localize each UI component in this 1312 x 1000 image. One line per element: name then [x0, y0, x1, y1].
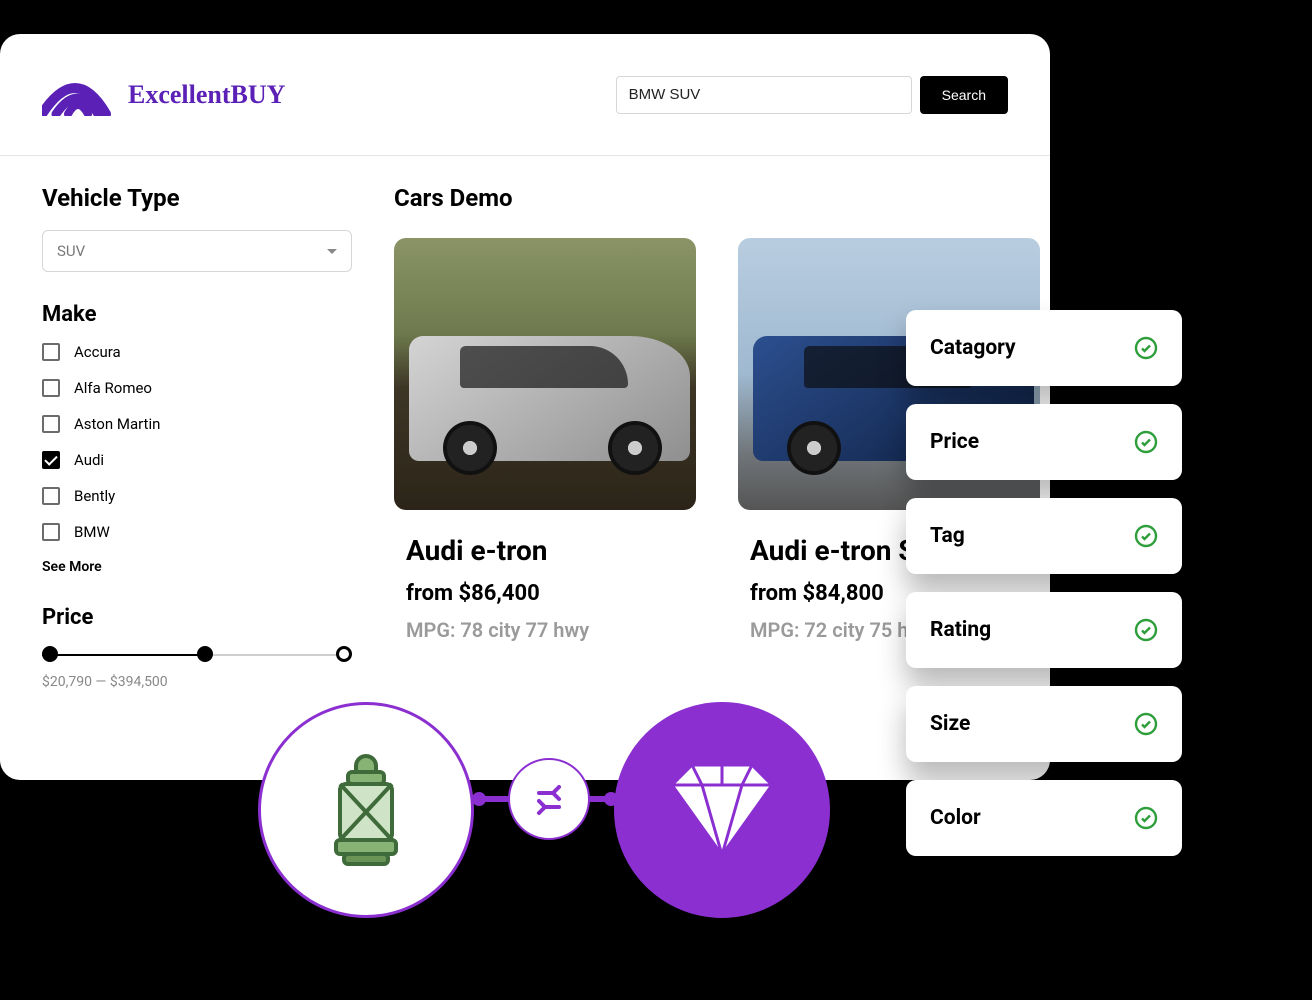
search-button[interactable]: Search: [920, 76, 1008, 114]
feature-circle-lantern: [258, 702, 474, 918]
filter-pill-category[interactable]: Catagory: [906, 310, 1182, 386]
feature-circle-swap: [508, 758, 590, 840]
logo-text: ExcellentBUY: [128, 80, 285, 110]
filter-pill-label: Rating: [930, 618, 991, 642]
app-window: ExcellentBUY Search Vehicle Type SUV Mak…: [0, 34, 1050, 780]
vehicle-type-title: Vehicle Type: [42, 184, 352, 212]
price-range-label: $20,790 — $394,500: [42, 674, 352, 690]
check-circle-icon: [1134, 336, 1158, 360]
slider-handle-min[interactable]: [42, 646, 58, 662]
price-title: Price: [42, 605, 352, 630]
see-more-link[interactable]: See More: [42, 559, 352, 575]
filter-pill-label: Tag: [930, 524, 965, 548]
product-image: [394, 238, 696, 510]
vehicle-type-selected: SUV: [57, 242, 85, 260]
check-circle-icon: [1134, 430, 1158, 454]
page-title: Cars Demo: [394, 184, 1040, 212]
body: Vehicle Type SUV Make Accura Alfa Romeo …: [0, 156, 1050, 690]
product-mpg: MPG: 78 city 77 hwy: [394, 618, 696, 642]
check-circle-icon: [1134, 524, 1158, 548]
filter-pill-label: Price: [930, 430, 979, 454]
chevron-down-icon: [327, 249, 337, 254]
product-price: from $86,400: [394, 581, 696, 606]
filter-pill-size[interactable]: Size: [906, 686, 1182, 762]
make-option-alfa-romeo[interactable]: Alfa Romeo: [42, 379, 352, 397]
search-input[interactable]: [616, 76, 912, 114]
make-label: Alfa Romeo: [74, 379, 152, 397]
make-option-accura[interactable]: Accura: [42, 343, 352, 361]
checkbox-icon: [42, 523, 60, 541]
make-option-audi[interactable]: Audi: [42, 451, 352, 469]
checkbox-checked-icon: [42, 451, 60, 469]
checkbox-icon: [42, 379, 60, 397]
make-title: Make: [42, 302, 352, 327]
make-label: Audi: [74, 451, 104, 469]
connector-dot: [472, 792, 486, 806]
make-label: Accura: [74, 343, 121, 361]
vehicle-type-select[interactable]: SUV: [42, 230, 352, 272]
product-title: Audi e-tron: [394, 534, 696, 567]
slider-fill: [42, 654, 203, 656]
filter-pill-label: Catagory: [930, 336, 1016, 360]
make-label: Bently: [74, 487, 115, 505]
check-circle-icon: [1134, 618, 1158, 642]
search-wrap: Search: [616, 76, 1008, 114]
sidebar: Vehicle Type SUV Make Accura Alfa Romeo …: [42, 184, 352, 690]
filter-pill-price[interactable]: Price: [906, 404, 1182, 480]
logo-icon: [42, 74, 114, 116]
lantern-icon: [316, 750, 416, 870]
diamond-icon: [652, 755, 792, 865]
logo: ExcellentBUY: [42, 74, 285, 116]
checkbox-icon: [42, 487, 60, 505]
filter-pill-rating[interactable]: Rating: [906, 592, 1182, 668]
checkbox-icon: [42, 415, 60, 433]
header: ExcellentBUY Search: [0, 34, 1050, 156]
filter-pill-color[interactable]: Color: [906, 780, 1182, 856]
make-label: Aston Martin: [74, 415, 160, 433]
make-label: BMW: [74, 523, 110, 541]
product-card[interactable]: Audi e-tron from $86,400 MPG: 78 city 77…: [394, 238, 696, 642]
make-option-bmw[interactable]: BMW: [42, 523, 352, 541]
checkbox-icon: [42, 343, 60, 361]
make-option-bently[interactable]: Bently: [42, 487, 352, 505]
make-option-aston-martin[interactable]: Aston Martin: [42, 415, 352, 433]
feature-circle-diamond: [614, 702, 830, 918]
swap-arrows-icon: [529, 779, 569, 819]
slider-handle-mid[interactable]: [197, 646, 213, 662]
filter-pill-label: Size: [930, 712, 970, 736]
filter-pill-label: Color: [930, 806, 981, 830]
check-circle-icon: [1134, 806, 1158, 830]
slider-handle-max[interactable]: [336, 646, 352, 662]
filter-pill-list: Catagory Price Tag Rating Size Color: [906, 310, 1182, 856]
filter-pill-tag[interactable]: Tag: [906, 498, 1182, 574]
price-slider[interactable]: [42, 646, 352, 664]
check-circle-icon: [1134, 712, 1158, 736]
